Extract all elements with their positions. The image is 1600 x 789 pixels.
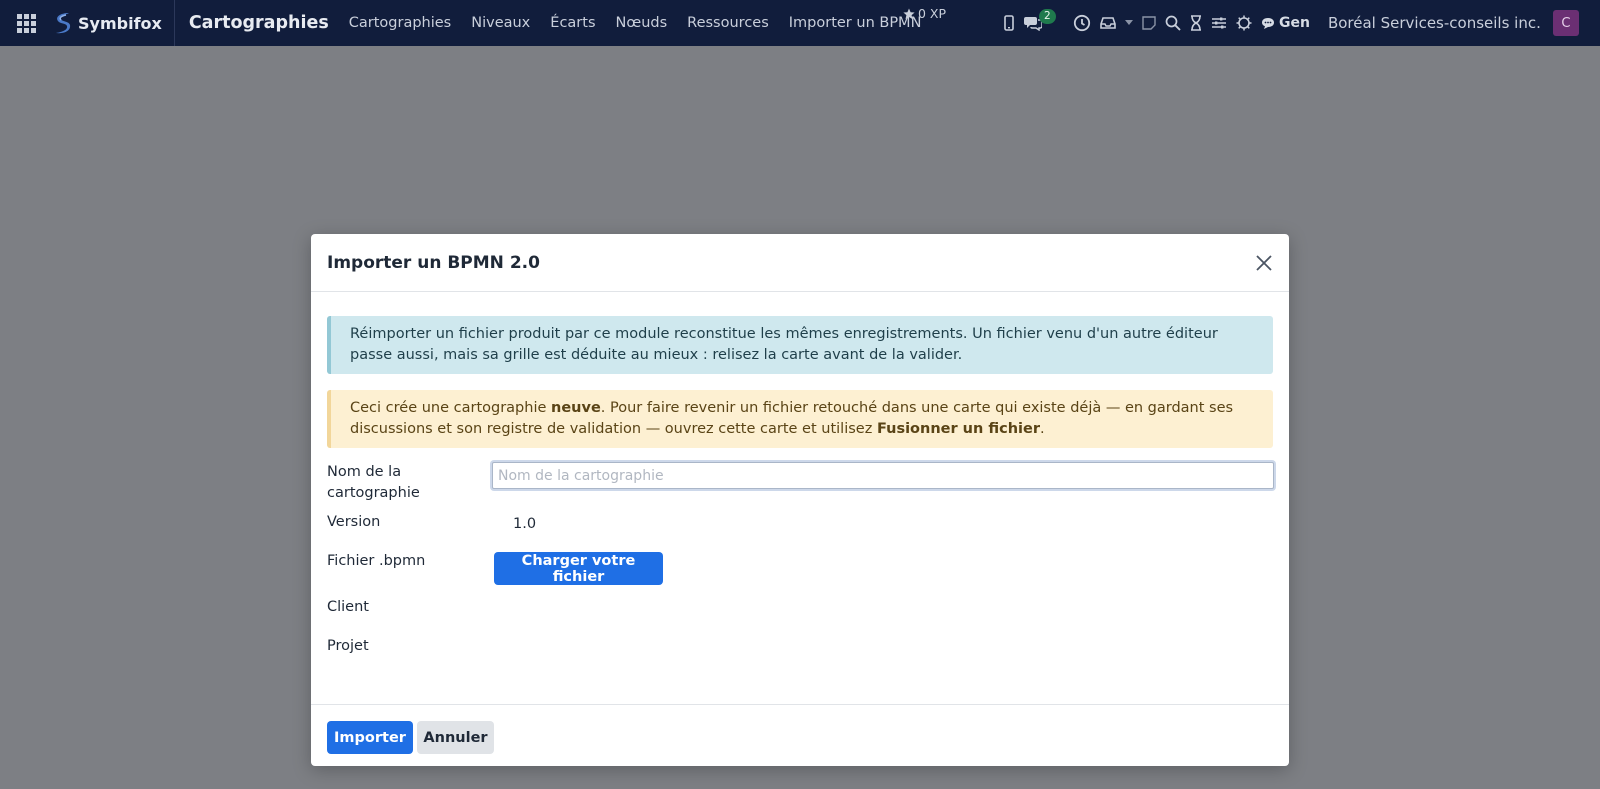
upload-file-button[interactable]: Charger votre fichier <box>494 552 663 585</box>
activity-button[interactable] <box>1073 0 1091 46</box>
search-icon <box>1165 15 1181 31</box>
app-title[interactable]: Cartographies <box>189 13 329 33</box>
info-alert-text: Réimporter un fichier produit par ce mod… <box>350 326 1218 363</box>
version-field-label: Version <box>327 514 381 530</box>
app-menu-button[interactable] <box>0 0 52 46</box>
brand-name: Symbifox <box>78 13 162 33</box>
company-switcher[interactable]: Boréal Services-conseils inc. <box>1328 14 1541 32</box>
xp-counter[interactable]: 0 XP <box>903 6 946 21</box>
messages-badge: 2 <box>1039 9 1056 24</box>
mobile-icon <box>1004 15 1014 31</box>
version-value: 1.0 <box>513 516 537 532</box>
client-field-label: Client <box>327 599 369 615</box>
dialog-header: Importer un BPMN 2.0 <box>311 234 1289 292</box>
project-field-label: Projet <box>327 638 369 654</box>
filters-button[interactable] <box>1211 0 1227 46</box>
grid-icon <box>16 13 36 33</box>
top-navbar: Symbifox Cartographies Cartographies Niv… <box>0 0 1600 46</box>
inbox-icon <box>1100 17 1116 29</box>
mobile-button[interactable] <box>1003 0 1015 46</box>
warning-alert: Ceci crée une cartographie neuve. Pour f… <box>327 390 1273 448</box>
name-field-label: Nom de la cartographie <box>327 464 420 501</box>
messages-button[interactable]: 2 <box>1024 0 1064 46</box>
note-button[interactable] <box>1142 0 1156 46</box>
warning-text-bold-neuve: neuve <box>551 400 601 416</box>
info-alert: Réimporter un fichier produit par ce mod… <box>327 316 1273 374</box>
dialog-body: Réimporter un fichier produit par ce mod… <box>311 292 1289 704</box>
menu-item-cartographies[interactable]: Cartographies <box>349 15 451 31</box>
warning-text-bold-merge: Fusionner un fichier <box>876 421 1040 437</box>
timer-button[interactable] <box>1190 0 1202 46</box>
inbox-button[interactable] <box>1100 0 1116 46</box>
square-note-icon <box>1142 16 1156 30</box>
search-button[interactable] <box>1165 0 1181 46</box>
cancel-button[interactable]: Annuler <box>417 721 494 754</box>
warning-text-part3: . <box>1040 421 1045 437</box>
file-field-label: Fichier .bpmn <box>327 553 426 569</box>
gear-icon <box>1236 15 1252 31</box>
dropdown-toggle[interactable] <box>1125 0 1133 46</box>
dialog-title: Importer un BPMN 2.0 <box>327 252 540 273</box>
name-input[interactable] <box>492 462 1274 489</box>
dialog-footer: Importer Annuler <box>311 704 1289 766</box>
menu-item-ressources[interactable]: Ressources <box>687 15 769 31</box>
main-menu: Cartographies Niveaux Écarts Nœuds Resso… <box>349 15 942 31</box>
avatar-initial: C <box>1561 15 1571 31</box>
menu-item-noeuds[interactable]: Nœuds <box>616 15 668 31</box>
brand[interactable]: Symbifox <box>52 0 175 46</box>
chat-icon <box>1262 17 1274 29</box>
gen-label: Gen <box>1279 15 1310 31</box>
menu-item-ecarts[interactable]: Écarts <box>550 15 595 31</box>
star-icon <box>903 8 915 19</box>
gen-assistant-button[interactable]: Gen <box>1261 15 1310 31</box>
user-avatar[interactable]: C <box>1552 10 1579 36</box>
close-icon[interactable] <box>1253 252 1275 274</box>
systray: 2 Gen Boréal Services-conseils inc. C <box>1003 0 1579 46</box>
menu-item-importer-bpmn[interactable]: Importer un BPMN <box>789 15 922 31</box>
sliders-icon <box>1212 17 1226 29</box>
theme-button[interactable] <box>1236 0 1252 46</box>
hourglass-icon <box>1191 15 1201 31</box>
clock-icon <box>1073 14 1091 32</box>
import-button[interactable]: Importer <box>327 721 413 754</box>
menu-item-niveaux[interactable]: Niveaux <box>471 15 530 31</box>
warning-text-part1: Ceci crée une cartographie <box>350 400 552 416</box>
import-bpmn-dialog: Importer un BPMN 2.0 Réimporter un fichi… <box>311 234 1289 766</box>
caret-down-icon <box>1125 20 1133 25</box>
symbifox-logo-icon <box>56 13 71 34</box>
xp-value: 0 XP <box>918 6 947 21</box>
